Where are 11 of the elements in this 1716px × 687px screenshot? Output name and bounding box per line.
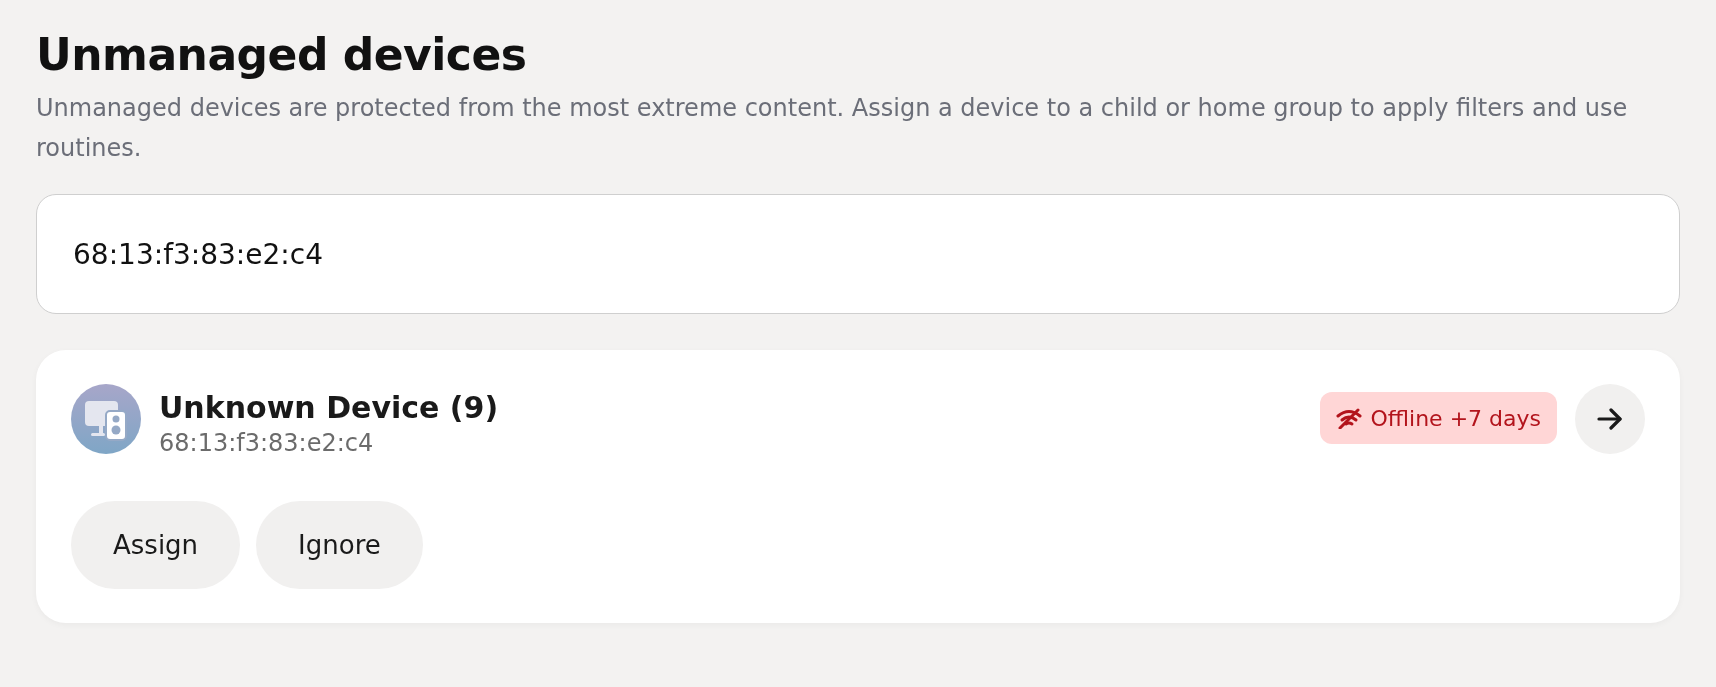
device-name: Unknown Device (9)	[159, 390, 500, 425]
search-field[interactable]: 68:13:f3:83:e2:c4	[36, 194, 1680, 314]
action-button[interactable]: Assign	[71, 501, 241, 589]
arrow-right-icon	[1597, 408, 1623, 430]
action-button[interactable]: Ignore	[256, 501, 423, 589]
page-description: Unmanaged devices are protected from the most extreme content. Assign a device to a child or home group to apply filters and use routines.	[36, 93, 1629, 164]
device-address: 68:13:f3:83:e2:c4	[159, 429, 375, 457]
page-title: Unmanaged devices	[36, 28, 528, 82]
status-badge: Offline +7 days	[1320, 392, 1557, 444]
wifi-off-icon	[1336, 407, 1363, 429]
device-icon	[71, 384, 141, 454]
